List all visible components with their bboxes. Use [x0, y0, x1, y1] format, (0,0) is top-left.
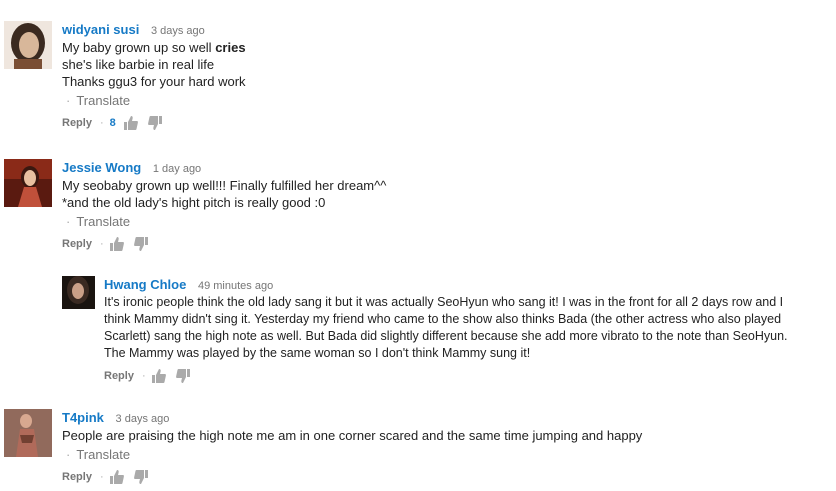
- comment-header: T4pink 3 days ago: [62, 409, 642, 427]
- comment-body: T4pink 3 days ago People are praising th…: [62, 409, 642, 485]
- comment-text: My baby grown up so well cries she's lik…: [62, 39, 246, 90]
- comment-body: Hwang Chloe 49 minutes ago It's ironic p…: [104, 276, 788, 384]
- translate-row: · Translate: [66, 447, 131, 462]
- reply-button[interactable]: Reply: [62, 469, 92, 485]
- author-name[interactable]: Jessie Wong: [62, 160, 141, 175]
- comment-actions: Reply · 8: [62, 115, 246, 131]
- reply-button[interactable]: Reply: [62, 236, 92, 252]
- timestamp[interactable]: 49 minutes ago: [198, 280, 273, 292]
- thumbs-down-icon[interactable]: [133, 237, 148, 251]
- comment-t4pink: T4pink 3 days ago People are praising th…: [4, 409, 824, 489]
- avatar[interactable]: [62, 276, 95, 309]
- comment-actions: Reply ·: [104, 368, 788, 384]
- thumbs-down-icon[interactable]: [133, 470, 148, 484]
- thumbs-up-icon[interactable]: [109, 237, 124, 251]
- reply-hwang-chloe: Hwang Chloe 49 minutes ago It's ironic p…: [62, 276, 832, 386]
- comment-line: Scarlett) sang the high note as well. Bu…: [104, 329, 788, 343]
- translate-row: · Translate: [66, 214, 131, 229]
- thumbs-up-icon[interactable]: [151, 369, 166, 383]
- thumbs-down-icon[interactable]: [175, 369, 190, 383]
- translate-link[interactable]: Translate: [76, 93, 130, 108]
- comment-header: Jessie Wong 1 day ago: [62, 159, 386, 177]
- thumbs-down-icon[interactable]: [147, 116, 162, 130]
- comment-line: My baby grown up so well: [62, 40, 216, 55]
- avatar[interactable]: [4, 21, 52, 69]
- thumbs-up-icon[interactable]: [109, 470, 124, 484]
- comment-line: Thanks ggu3 for your hard work: [62, 74, 246, 89]
- comment-body: widyani susi 3 days ago My baby grown up…: [62, 21, 246, 131]
- thumbs-up-icon[interactable]: [123, 116, 138, 130]
- comment-body: Jessie Wong 1 day ago My seobaby grown u…: [62, 159, 386, 252]
- comment-text: People are praising the high note me am …: [62, 427, 642, 444]
- comment-actions: Reply ·: [62, 236, 386, 252]
- comment-line: think Mammy didn't sing it. Yesterday my…: [104, 312, 782, 326]
- comment-line: My seobaby grown up well!!! Finally fulf…: [62, 178, 387, 193]
- comment-widyani-susi: widyani susi 3 days ago My baby grown up…: [4, 21, 824, 131]
- author-name[interactable]: Hwang Chloe: [104, 277, 186, 292]
- reply-button[interactable]: Reply: [62, 115, 92, 131]
- comment-text: My seobaby grown up well!!! Finally fulf…: [62, 177, 386, 211]
- like-count: 8: [109, 117, 116, 129]
- author-name[interactable]: widyani susi: [62, 22, 139, 37]
- author-name[interactable]: T4pink: [62, 410, 104, 425]
- comment-line: People are praising the high note me am …: [62, 428, 643, 443]
- translate-row: · Translate: [66, 93, 131, 108]
- comment-header: widyani susi 3 days ago: [62, 21, 246, 39]
- comment-line: she's like barbie in real life: [62, 57, 215, 72]
- avatar[interactable]: [4, 409, 52, 457]
- timestamp[interactable]: 1 day ago: [153, 163, 201, 175]
- timestamp[interactable]: 3 days ago: [116, 413, 170, 425]
- reply-button[interactable]: Reply: [104, 368, 134, 384]
- comment-actions: Reply ·: [62, 469, 642, 485]
- comment-line: The Mammy was played by the same woman s…: [104, 346, 531, 360]
- comment-header: Hwang Chloe 49 minutes ago: [104, 276, 788, 294]
- translate-link[interactable]: Translate: [76, 214, 130, 229]
- timestamp[interactable]: 3 days ago: [151, 25, 205, 37]
- comment-text: It's ironic people think the old lady sa…: [104, 294, 788, 362]
- comment-line: *and the old lady's hight pitch is reall…: [62, 195, 326, 210]
- translate-link[interactable]: Translate: [76, 447, 130, 462]
- avatar[interactable]: [4, 159, 52, 207]
- comment-line-bold: cries: [215, 40, 246, 55]
- comment-line: It's ironic people think the old lady sa…: [104, 295, 784, 309]
- comment-jessie-wong: Jessie Wong 1 day ago My seobaby grown u…: [4, 159, 824, 254]
